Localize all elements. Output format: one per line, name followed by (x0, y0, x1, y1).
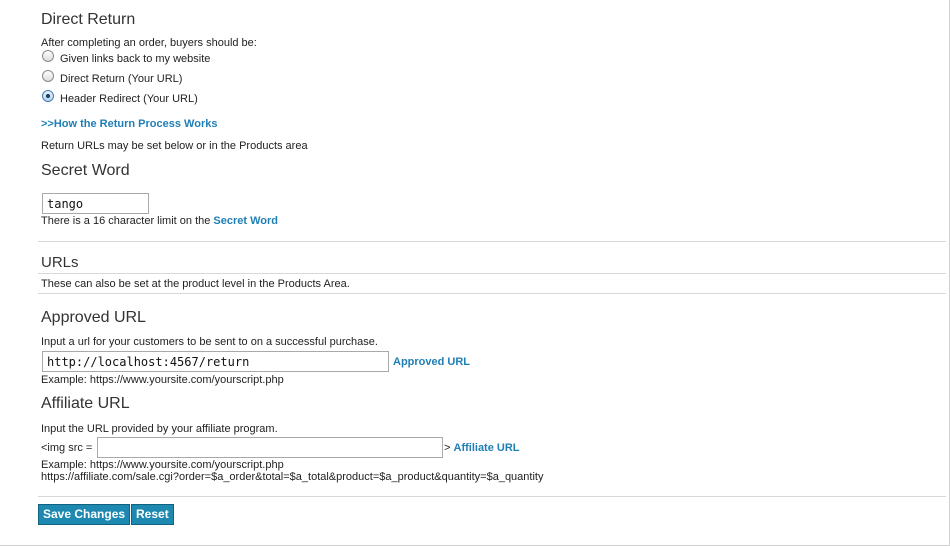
return-process-help-link[interactable]: >>How the Return Process Works (41, 118, 217, 130)
secret-word-heading: Secret Word (41, 162, 130, 179)
affiliate-url-input[interactable] (97, 437, 443, 458)
affiliate-url-heading: Affiliate URL (41, 395, 130, 412)
approved-url-link[interactable]: Approved URL (393, 356, 470, 368)
affiliate-url-example-2: https://affiliate.com/sale.cgi?order=$a_… (41, 471, 544, 483)
affiliate-url-prompt: Input the URL provided by your affiliate… (41, 423, 278, 435)
affiliate-img-suffix: > (444, 442, 451, 454)
affiliate-url-example: Example: https://www.yoursite.com/yoursc… (41, 459, 284, 471)
divider (38, 241, 946, 242)
approved-url-input[interactable] (42, 351, 389, 372)
approved-url-prompt: Input a url for your customers to be sen… (41, 336, 378, 348)
affiliate-url-suffix: > Affiliate URL (444, 442, 520, 454)
approved-url-heading: Approved URL (41, 309, 146, 326)
approved-url-example: Example: https://www.yoursite.com/yoursc… (41, 374, 284, 386)
affiliate-img-prefix: <img src = (41, 442, 93, 454)
direct-return-heading: Direct Return (41, 11, 136, 28)
divider (38, 293, 946, 294)
affiliate-url-link[interactable]: Affiliate URL (454, 442, 520, 454)
radio-given-links-label: Given links back to my website (60, 53, 211, 65)
save-changes-button[interactable]: Save Changes (38, 504, 131, 525)
secret-word-input[interactable] (42, 193, 149, 214)
radio-direct-return[interactable] (42, 70, 54, 82)
reset-button[interactable]: Reset (131, 504, 174, 525)
divider (38, 273, 946, 274)
radio-direct-return-label: Direct Return (Your URL) (60, 73, 183, 85)
urls-heading: URLs (41, 254, 79, 271)
return-urls-note: Return URLs may be set below or in the P… (41, 140, 308, 152)
radio-header-redirect[interactable] (42, 90, 54, 102)
secret-word-link[interactable]: Secret Word (213, 215, 278, 227)
direct-return-prompt: After completing an order, buyers should… (41, 37, 257, 49)
radio-header-redirect-label: Header Redirect (Your URL) (60, 93, 198, 105)
radio-given-links[interactable] (42, 50, 54, 62)
secret-word-limit-text: There is a 16 character limit on the (41, 215, 214, 227)
divider (38, 496, 946, 497)
urls-note: These can also be set at the product lev… (41, 278, 350, 290)
secret-word-limit: There is a 16 character limit on the Sec… (41, 215, 278, 227)
